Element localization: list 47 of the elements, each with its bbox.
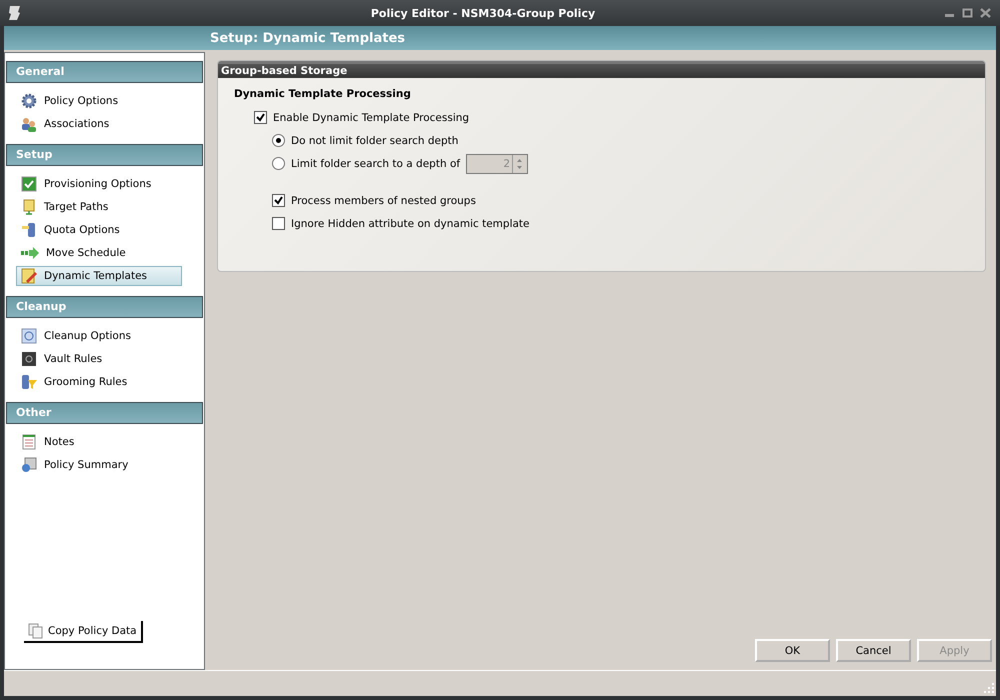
sidebar-item[interactable]: Vault Rules: [16, 349, 182, 369]
section-header: Cleanup: [6, 296, 203, 318]
panel-title: Group-based Storage: [218, 61, 985, 78]
checkbox-label: Ignore Hidden attribute on dynamic template: [291, 218, 530, 230]
sidebar-item[interactable]: Move Schedule: [16, 243, 182, 263]
sidebar-item[interactable]: Provisioning Options: [16, 174, 182, 194]
funnel-icon: [21, 374, 37, 390]
radio-button[interactable]: [272, 134, 285, 147]
window-title: Policy Editor - NSM304-Group Policy: [370, 6, 596, 20]
sidebar-item[interactable]: Policy Summary: [16, 455, 182, 475]
sidebar-item[interactable]: Cleanup Options: [16, 326, 182, 346]
sidebar-item[interactable]: Associations: [16, 114, 182, 134]
section-header: Other: [6, 402, 203, 424]
sidebar-item[interactable]: Grooming Rules: [16, 372, 182, 392]
maximize-icon[interactable]: [962, 8, 974, 18]
section-heading: Dynamic Template Processing: [234, 88, 412, 100]
sidebar-item[interactable]: Policy Options: [16, 91, 182, 111]
cylinder-icon: [21, 222, 37, 238]
checkbox[interactable]: [272, 217, 285, 230]
gear-icon: [21, 93, 37, 109]
safe-icon: [21, 351, 37, 367]
dialog-button[interactable]: OK: [755, 639, 830, 662]
sidebar-item[interactable]: Notes: [16, 432, 182, 452]
arrow-icon: [21, 247, 39, 259]
sidebar-item[interactable]: Dynamic Templates: [16, 266, 182, 286]
sidebar-item[interactable]: Target Paths: [16, 197, 182, 217]
checkmark-icon: [21, 176, 37, 192]
dialog-button[interactable]: Cancel: [836, 639, 911, 662]
checkbox-label: Process members of nested groups: [291, 194, 476, 206]
checkbox-label: Enable Dynamic Template Processing: [273, 112, 470, 124]
radio-label: Do not limit folder search depth: [291, 134, 458, 146]
checkbox[interactable]: [254, 111, 267, 124]
checkbox[interactable]: [272, 194, 285, 207]
close-icon[interactable]: [980, 8, 992, 18]
radio-button[interactable]: [272, 157, 285, 170]
copy-policy-data-button[interactable]: Copy Policy Data: [24, 621, 143, 643]
section-header: Setup: [6, 144, 203, 166]
document-icon: [21, 457, 37, 473]
page-title: Setup: Dynamic Templates: [210, 30, 406, 46]
notes-icon: [21, 434, 37, 450]
sidebar-item[interactable]: Quota Options: [16, 220, 182, 240]
folder-icon: [21, 199, 37, 215]
people-icon: [21, 116, 37, 132]
pencil-icon: [21, 268, 37, 284]
radio-label: Limit folder search to a depth of: [291, 158, 460, 170]
copy-icon: [28, 623, 44, 639]
section-header: General: [6, 61, 203, 83]
